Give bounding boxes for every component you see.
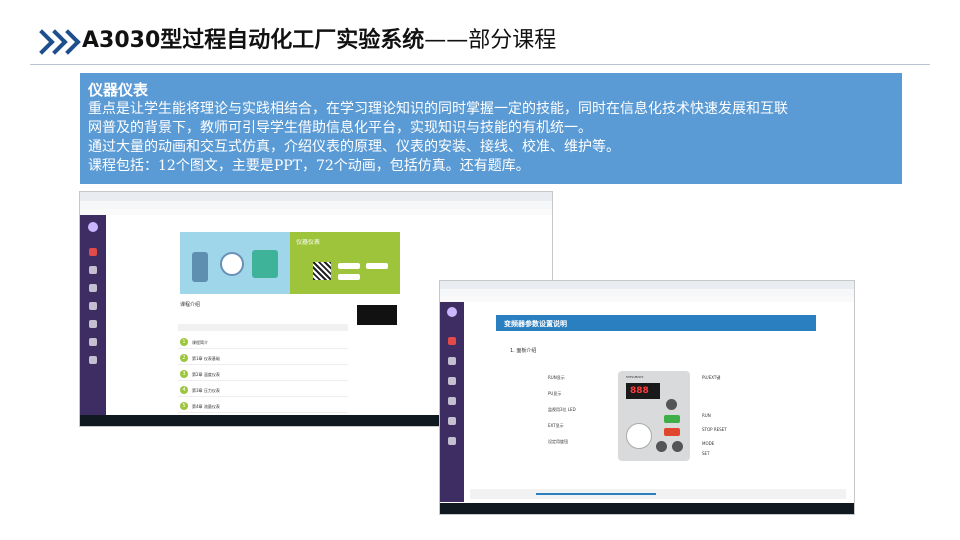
run-key[interactable]: [664, 415, 680, 423]
info-heading: 仪器仪表: [88, 81, 149, 99]
browser-bookmarks: [440, 296, 854, 302]
item-number: 2: [180, 354, 188, 362]
action-button[interactable]: [338, 274, 360, 280]
course-info-box: 仪器仪表 重点是让学生能将理论与实践相结合，在学习理论知识的同时掌握一定的技能，…: [80, 73, 902, 184]
qr-code: [313, 262, 331, 280]
menu-icon: [448, 377, 456, 385]
menu-icon: [89, 248, 97, 256]
page-title: A3030型过程自动化工厂实验系统——部分课程: [82, 22, 556, 54]
tab-course-intro[interactable]: 课程介绍: [180, 301, 200, 308]
label-left: PU显示: [548, 391, 562, 396]
menu-icon: [89, 302, 97, 310]
mode-key[interactable]: [656, 441, 667, 452]
gauge-image: [220, 252, 244, 276]
menu-icon: [448, 437, 456, 445]
set-key[interactable]: [672, 441, 683, 452]
valve-image: [252, 250, 278, 278]
label-right: STOP RESET: [702, 427, 727, 432]
menu-icon: [89, 338, 97, 346]
course-title: 仪器仪表: [296, 239, 321, 246]
info-line-3: 通过大量的动画和交互式仿真，介绍仪表的原理、仪表的安装、接线、校准、维护等。: [88, 139, 620, 155]
info-line-1: 重点是让学生能将理论与实践相结合，在学习理论知识的同时掌握一定的技能，同时在信息…: [88, 101, 788, 117]
list-item-label: 第3章 压力仪表: [192, 388, 220, 393]
info-line-2: 网普及的背景下，教师可引导学生借助信息化平台，实现知识与技能的有机统一。: [88, 120, 592, 136]
taskbar: [440, 503, 854, 514]
action-button[interactable]: [366, 263, 388, 269]
action-button[interactable]: [338, 263, 360, 269]
setting-dial[interactable]: [626, 423, 652, 449]
item-number: 1: [180, 338, 188, 346]
screenshot-inverter-page: 变频器参数设置说明 1. 面板介绍 MITSUBISHI 888 RUN显示 P…: [440, 281, 854, 514]
list-item-label: 第4章 流量仪表: [192, 404, 220, 409]
title-subtitle: ——部分课程: [424, 28, 557, 53]
partner-logo: [357, 305, 397, 325]
label-right: PU/EXT键: [702, 375, 721, 380]
section-heading: 1. 面板介绍: [510, 348, 537, 354]
progress-track[interactable]: [536, 493, 656, 495]
menu-icon: [448, 337, 456, 345]
player-controls: [470, 489, 846, 499]
browser-bookmarks: [80, 209, 552, 215]
list-item[interactable]: 2 第1章 仪表基础: [178, 352, 348, 365]
menu-icon: [448, 397, 456, 405]
list-item[interactable]: 1 课程简介: [178, 336, 348, 349]
browser-tabbar: [80, 192, 552, 201]
menu-icon: [89, 320, 97, 328]
menu-icon: [89, 284, 97, 292]
logo-icon: [88, 222, 98, 232]
header-divider: [30, 64, 930, 65]
list-item[interactable]: 4 第3章 压力仪表: [178, 384, 348, 397]
menu-icon: [448, 417, 456, 425]
toolbar: [178, 324, 348, 331]
browser-tabbar: [440, 281, 854, 289]
label-left: EXT显示: [548, 423, 564, 428]
label-left: RUN显示: [548, 375, 565, 380]
brand-label: MITSUBISHI: [626, 375, 644, 379]
sidebar: [80, 215, 106, 415]
label-right: SET: [702, 451, 710, 456]
instrument-image: [192, 252, 208, 282]
item-number: 5: [180, 402, 188, 410]
list-item-label: 课程简介: [192, 340, 208, 345]
label-right: RUN: [702, 413, 711, 418]
label-left: 设定用旋钮: [548, 439, 568, 444]
stop-reset-key[interactable]: [664, 428, 680, 436]
item-number: 3: [180, 370, 188, 378]
title-bold: A3030型过程自动化工厂实验系统: [82, 28, 425, 53]
led-value: 888: [630, 386, 649, 396]
item-number: 4: [180, 386, 188, 394]
list-item[interactable]: 5 第4章 流量仪表: [178, 400, 348, 413]
list-item[interactable]: 3 第2章 温度仪表: [178, 368, 348, 381]
label-left: 监视用3位 LED: [548, 407, 576, 412]
logo-icon: [447, 307, 457, 317]
slide-title: 变频器参数设置说明: [504, 320, 567, 328]
pu-ext-key[interactable]: [666, 399, 677, 410]
list-item-label: 第2章 温度仪表: [192, 372, 220, 377]
list-item-label: 第1章 仪表基础: [192, 356, 220, 361]
info-line-4: 课程包括：12个图文，主要是PPT，72个动画，包括仿真。还有题库。: [88, 158, 530, 174]
menu-icon: [89, 356, 97, 364]
menu-icon: [89, 266, 97, 274]
label-right: MODE: [702, 441, 715, 446]
menu-icon: [448, 357, 456, 365]
